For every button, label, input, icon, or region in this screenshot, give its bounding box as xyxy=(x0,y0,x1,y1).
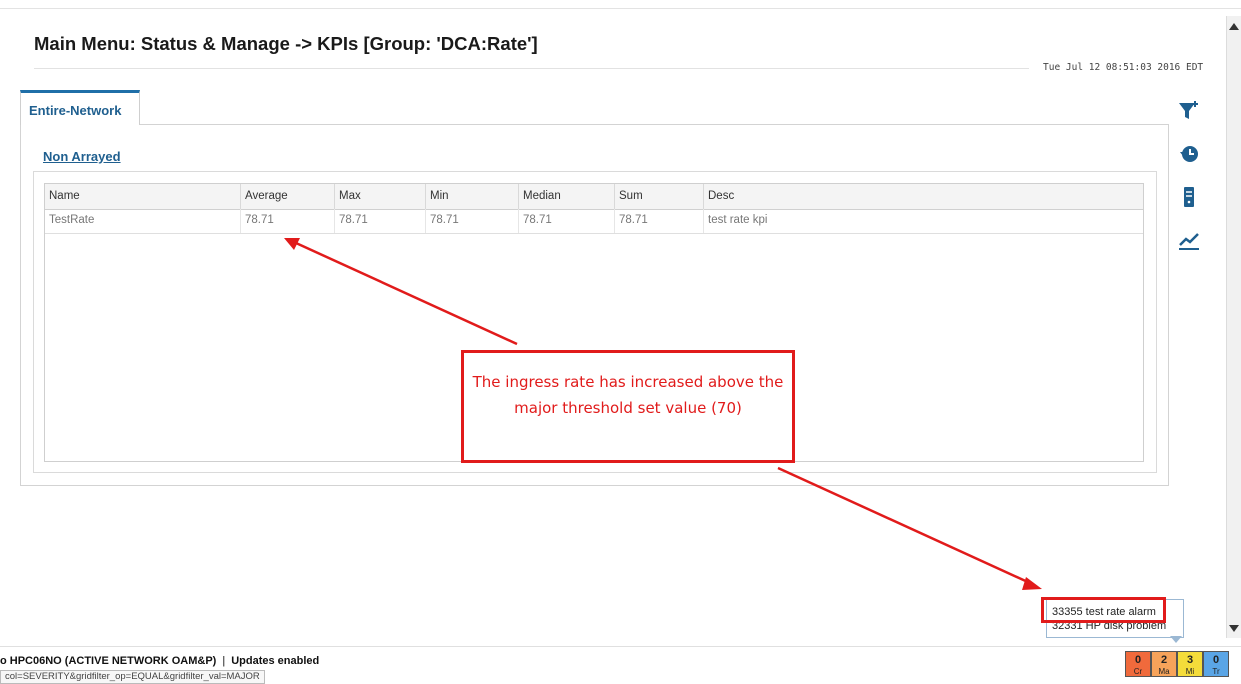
scroll-down-arrow-icon[interactable] xyxy=(1229,625,1239,632)
column-header-min[interactable]: Min xyxy=(426,184,519,209)
alarm-highlight-box xyxy=(1041,597,1166,623)
title-divider xyxy=(34,68,1029,69)
server-icon[interactable] xyxy=(1176,184,1202,210)
counter-label: Cr xyxy=(1133,667,1143,676)
counter-value: 2 xyxy=(1160,654,1168,666)
column-header-median[interactable]: Median xyxy=(519,184,615,209)
table-row[interactable]: TestRate 78.71 78.71 78.71 78.71 78.71 t… xyxy=(45,209,1143,234)
annotation-callout: The ingress rate has increased above the… xyxy=(461,350,795,463)
page-title: Main Menu: Status & Manage -> KPIs [Grou… xyxy=(34,33,538,54)
table-header: Name Average Max Min Median Sum Desc xyxy=(45,184,1143,210)
url-hint: col=SEVERITY&gridfilter_op=EQUAL&gridfil… xyxy=(0,670,265,684)
counter-value: 0 xyxy=(1212,654,1220,666)
alarm-counter-minor[interactable]: 3 Mi xyxy=(1177,651,1203,677)
cell-name: TestRate xyxy=(45,209,241,233)
cell-desc: test rate kpi xyxy=(708,214,768,226)
history-icon[interactable] xyxy=(1176,141,1202,167)
column-header-max[interactable]: Max xyxy=(335,184,426,209)
counter-value: 0 xyxy=(1134,654,1142,666)
cell-max: 78.71 xyxy=(335,209,426,233)
counter-value: 3 xyxy=(1186,654,1194,666)
alarm-counter-trace[interactable]: 0 Tr xyxy=(1203,651,1229,677)
scroll-up-arrow-icon[interactable] xyxy=(1229,23,1239,30)
column-header-average[interactable]: Average xyxy=(241,184,335,209)
status-text: o HPC06NO (ACTIVE NETWORK OAM&P) | Updates… xyxy=(0,655,319,667)
cell-average: 78.71 xyxy=(241,209,335,233)
alarm-counter-major[interactable]: 2 Ma xyxy=(1151,651,1177,677)
updates-status[interactable]: Updates enabled xyxy=(231,655,319,667)
status-separator: | xyxy=(222,655,226,667)
tab-entire-network[interactable]: Entire-Network xyxy=(20,90,140,125)
trend-chart-icon[interactable] xyxy=(1176,227,1202,253)
column-header-sum[interactable]: Sum xyxy=(615,184,704,209)
cell-sum: 78.71 xyxy=(615,209,704,233)
non-arrayed-link[interactable]: Non Arrayed xyxy=(43,149,121,164)
counter-label: Ma xyxy=(1158,667,1170,676)
vertical-scrollbar[interactable] xyxy=(1226,16,1241,638)
top-border xyxy=(0,0,1241,9)
arrowhead-alarm xyxy=(1022,577,1042,590)
server-status: o HPC06NO (ACTIVE NETWORK OAM&P) xyxy=(0,655,217,667)
counter-label: Tr xyxy=(1212,667,1220,676)
cell-median: 78.71 xyxy=(519,209,615,233)
filter-add-icon[interactable] xyxy=(1176,98,1202,124)
counter-label: Mi xyxy=(1185,667,1195,676)
column-header-name[interactable]: Name xyxy=(45,184,241,209)
column-header-desc[interactable]: Desc xyxy=(704,184,1143,209)
alarm-counter-critical[interactable]: 0 Cr xyxy=(1125,651,1151,677)
server-timestamp: Tue Jul 12 08:51:03 2016 EDT xyxy=(1043,62,1204,73)
popup-tail xyxy=(1170,636,1182,643)
cell-min: 78.71 xyxy=(426,209,519,233)
